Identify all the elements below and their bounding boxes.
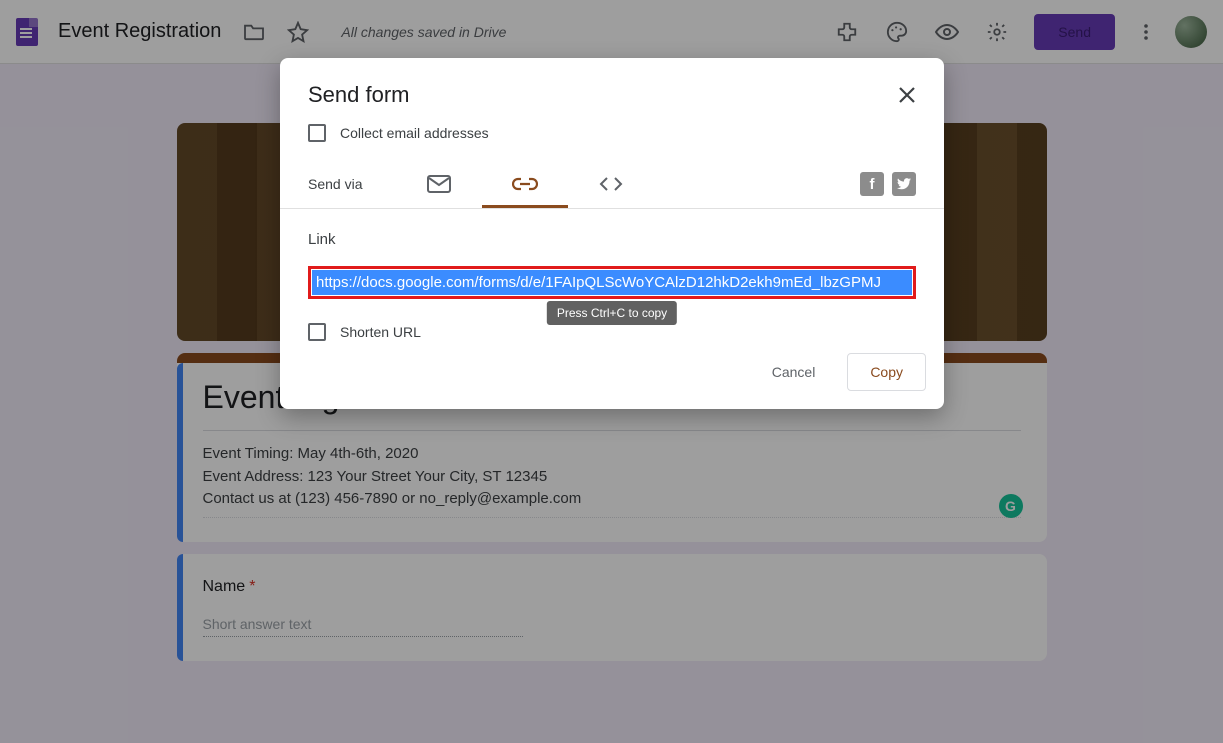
send-via-tabs: Send via f <box>280 160 944 209</box>
link-section: Link Press Ctrl+C to copy <box>280 209 944 309</box>
send-form-modal: Send form Collect email addresses Send v… <box>280 58 944 409</box>
collect-emails-row: Collect email addresses <box>280 118 944 160</box>
modal-title: Send form <box>308 82 898 108</box>
social-share: f <box>860 172 916 196</box>
send-via-label: Send via <box>308 162 362 206</box>
shorten-url-label: Shorten URL <box>340 324 421 340</box>
link-url-input[interactable] <box>312 270 912 295</box>
facebook-share-icon[interactable]: f <box>860 172 884 196</box>
collect-emails-checkbox[interactable] <box>308 124 326 142</box>
tab-email[interactable] <box>396 160 482 208</box>
link-section-label: Link <box>308 231 916 248</box>
copy-tooltip: Press Ctrl+C to copy <box>547 301 677 325</box>
modal-actions: Cancel Copy <box>280 341 944 409</box>
link-highlight-box <box>308 266 916 299</box>
cancel-button[interactable]: Cancel <box>756 356 832 388</box>
copy-button[interactable]: Copy <box>847 353 926 391</box>
tab-embed[interactable] <box>568 160 654 208</box>
tab-link[interactable] <box>482 160 568 208</box>
collect-emails-label: Collect email addresses <box>340 125 489 141</box>
modal-header: Send form <box>280 58 944 118</box>
shorten-url-checkbox[interactable] <box>308 323 326 341</box>
close-icon[interactable] <box>898 86 916 104</box>
twitter-share-icon[interactable] <box>892 172 916 196</box>
